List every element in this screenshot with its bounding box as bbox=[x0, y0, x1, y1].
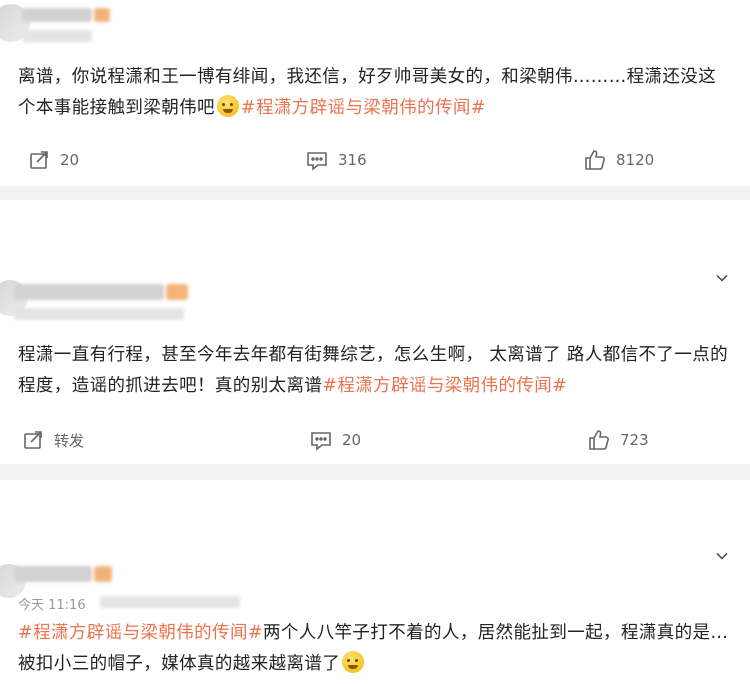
comment-card: 程潇一直有行程，甚至今年去年都有街舞综艺，怎么生啊， 太离谱了 路人都信不了一点… bbox=[0, 200, 750, 464]
comment-button[interactable]: 316 bbox=[306, 146, 367, 174]
repost-label: 转发 bbox=[54, 431, 85, 450]
meta-blurred bbox=[100, 596, 240, 608]
repost-button[interactable]: 转发 bbox=[22, 426, 84, 454]
repost-button[interactable]: 20 bbox=[28, 146, 79, 174]
user-badge-blurred bbox=[94, 8, 110, 22]
comment-icon bbox=[311, 432, 331, 451]
topic-link[interactable]: #程潇方辟谣与梁朝伟的传闻# bbox=[322, 376, 567, 396]
comment-count: 20 bbox=[342, 431, 362, 449]
smiling-emoji-icon bbox=[342, 651, 365, 673]
like-icon bbox=[585, 150, 605, 170]
meta-blurred bbox=[22, 30, 92, 42]
comment-card: 今天 11:16 #程潇方辟谣与梁朝伟的传闻#两个人八竿子打不着的人，居然能扯到… bbox=[0, 480, 750, 684]
repost-icon bbox=[24, 431, 42, 449]
crying-emoji-icon bbox=[216, 95, 239, 117]
username-blurred[interactable] bbox=[14, 284, 164, 300]
like-count: 8120 bbox=[616, 151, 655, 169]
username-blurred[interactable] bbox=[14, 566, 92, 582]
like-button[interactable]: 723 bbox=[588, 426, 649, 454]
comment-time: 今天 11:16 bbox=[18, 598, 86, 613]
meta-blurred bbox=[14, 308, 184, 320]
comment-text: 离谱，你说程潇和王一博有绯闻，我还信，好歹帅哥美女的，和梁朝伟………程潇还没这个… bbox=[18, 62, 730, 124]
chevron-down-icon[interactable] bbox=[716, 550, 728, 562]
user-badge-blurred bbox=[166, 284, 188, 300]
like-button[interactable]: 8120 bbox=[584, 146, 654, 174]
username-blurred[interactable] bbox=[22, 8, 92, 22]
comment-text: #程潇方辟谣与梁朝伟的传闻#两个人八竿子打不着的人，居然能扯到一起，程潇真的是…… bbox=[18, 618, 730, 680]
comment-text: 程潇一直有行程，甚至今年去年都有街舞综艺，怎么生啊， 太离谱了 路人都信不了一点… bbox=[18, 340, 730, 402]
repost-count: 20 bbox=[60, 151, 80, 169]
comment-card: 离谱，你说程潇和王一博有绯闻，我还信，好歹帅哥美女的，和梁朝伟………程潇还没这个… bbox=[0, 0, 750, 186]
repost-icon bbox=[30, 151, 48, 169]
user-badge-blurred bbox=[94, 566, 112, 582]
like-icon bbox=[589, 430, 609, 450]
comment-button[interactable]: 20 bbox=[310, 426, 361, 454]
comment-count: 316 bbox=[338, 151, 367, 169]
topic-link[interactable]: #程潇方辟谣与梁朝伟的传闻# bbox=[241, 98, 486, 118]
comment-icon bbox=[307, 152, 327, 171]
like-count: 723 bbox=[620, 431, 649, 449]
chevron-down-icon[interactable] bbox=[716, 272, 728, 284]
topic-link[interactable]: #程潇方辟谣与梁朝伟的传闻# bbox=[18, 623, 263, 643]
